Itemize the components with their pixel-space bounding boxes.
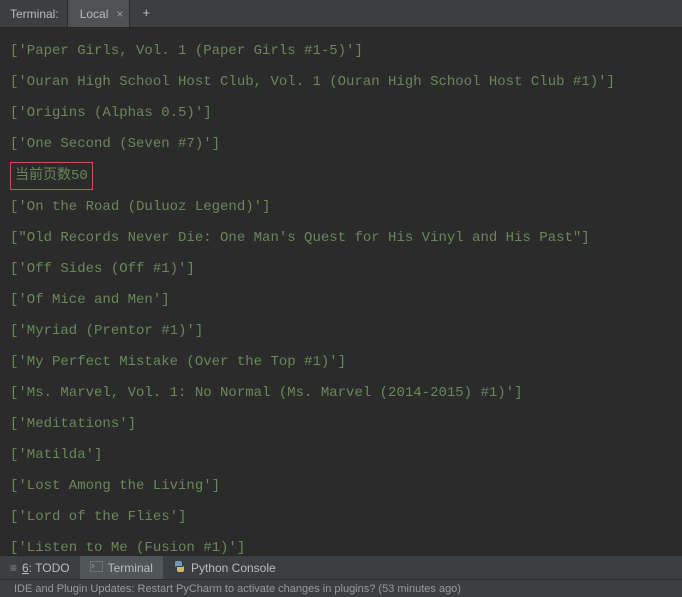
output-line: ['Lost Among the Living']	[10, 471, 676, 502]
highlighted-output-line: 当前页数50	[10, 162, 93, 190]
output-line: ['Myriad (Prentor #1)']	[10, 316, 676, 347]
todo-tool-button[interactable]: ≡ 6: TODO	[0, 556, 80, 579]
terminal-panel-label: Terminal:	[0, 0, 68, 27]
terminal-output[interactable]: ['Paper Girls, Vol. 1 (Paper Girls #1-5)…	[0, 28, 682, 555]
list-icon: ≡	[10, 561, 17, 575]
terminal-tool-button[interactable]: Terminal	[80, 556, 163, 579]
output-line: ['Paper Girls, Vol. 1 (Paper Girls #1-5)…	[10, 36, 676, 67]
python-icon	[173, 560, 186, 576]
terminal-top-bar: Terminal: Local × +	[0, 0, 682, 28]
todo-hotkey: 6	[22, 561, 29, 575]
output-line: ['Ouran High School Host Club, Vol. 1 (O…	[10, 67, 676, 98]
output-line: ['Ms. Marvel, Vol. 1: No Normal (Ms. Mar…	[10, 378, 676, 409]
status-message[interactable]: IDE and Plugin Updates: Restart PyCharm …	[14, 583, 461, 595]
output-line: ['On the Road (Duluoz Legend)']	[10, 192, 676, 223]
output-line: ['Lord of the Flies']	[10, 502, 676, 533]
output-line: ["Old Records Never Die: One Man's Quest…	[10, 223, 676, 254]
output-line: ['Off Sides (Off #1)']	[10, 254, 676, 285]
python-console-label: Python Console	[191, 561, 276, 575]
output-line: ['Listen to Me (Fusion #1)']	[10, 533, 676, 555]
output-line: ['One Second (Seven #7)']	[10, 129, 676, 160]
add-terminal-button[interactable]: +	[130, 6, 162, 21]
terminal-tool-label: Terminal	[108, 561, 153, 575]
output-line: ['Origins (Alphas 0.5)']	[10, 98, 676, 129]
bottom-tool-bar: ≡ 6: TODO Terminal Python Console	[0, 555, 682, 579]
status-bar: IDE and Plugin Updates: Restart PyCharm …	[0, 579, 682, 597]
todo-label: : TODO	[29, 561, 70, 575]
output-line: ['Matilda']	[10, 440, 676, 471]
output-line: ['Meditations']	[10, 409, 676, 440]
terminal-tab-local[interactable]: Local ×	[68, 0, 131, 27]
output-line: ['My Perfect Mistake (Over the Top #1)']	[10, 347, 676, 378]
python-console-tool-button[interactable]: Python Console	[163, 556, 286, 579]
terminal-tab-label: Local	[80, 7, 109, 21]
terminal-icon	[90, 561, 103, 575]
output-line: ['Of Mice and Men']	[10, 285, 676, 316]
close-icon[interactable]: ×	[116, 7, 123, 21]
